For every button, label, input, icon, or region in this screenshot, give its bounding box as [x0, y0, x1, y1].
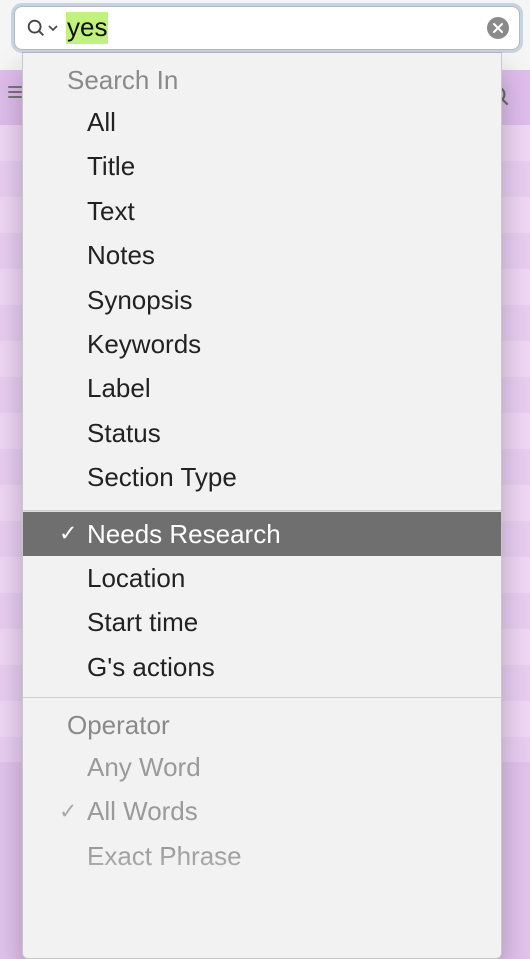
search-scope-button[interactable]: [25, 17, 64, 39]
search-scope-menu[interactable]: Search In All Title Text Notes Synopsis …: [22, 52, 502, 959]
menu-item-all[interactable]: All: [23, 100, 501, 144]
menu-item-label[interactable]: Label: [23, 366, 501, 410]
search-input[interactable]: yes: [66, 12, 487, 43]
search-field[interactable]: yes: [14, 6, 520, 50]
menu-item-all-words[interactable]: ✓ All Words: [23, 789, 501, 833]
menu-item-synopsis[interactable]: Synopsis: [23, 278, 501, 322]
menu-item-any-word[interactable]: Any Word: [23, 745, 501, 789]
menu-item-notes[interactable]: Notes: [23, 233, 501, 277]
chevron-down-icon: [48, 23, 58, 33]
checkmark-icon: ✓: [59, 518, 77, 549]
menu-item-section-type[interactable]: Section Type: [23, 455, 501, 499]
menu-separator: [23, 697, 501, 698]
menu-item-start-time[interactable]: Start time: [23, 600, 501, 644]
menu-section-header: Search In: [23, 61, 501, 100]
menu-item-needs-research[interactable]: ✓ Needs Research: [23, 512, 501, 556]
clear-search-button[interactable]: [487, 17, 509, 39]
menu-item-gs-actions[interactable]: G's actions: [23, 645, 501, 689]
menu-item-text[interactable]: Text: [23, 189, 501, 233]
search-input-value: yes: [66, 12, 108, 43]
menu-section-header: Operator: [23, 706, 501, 745]
list-view-icon: [8, 86, 22, 98]
checkmark-icon: ✓: [59, 796, 77, 827]
menu-item-title[interactable]: Title: [23, 144, 501, 188]
menu-item-location[interactable]: Location: [23, 556, 501, 600]
menu-item-keywords[interactable]: Keywords: [23, 322, 501, 366]
menu-item-status[interactable]: Status: [23, 411, 501, 455]
menu-item-exact-phrase[interactable]: Exact Phrase: [23, 834, 501, 878]
